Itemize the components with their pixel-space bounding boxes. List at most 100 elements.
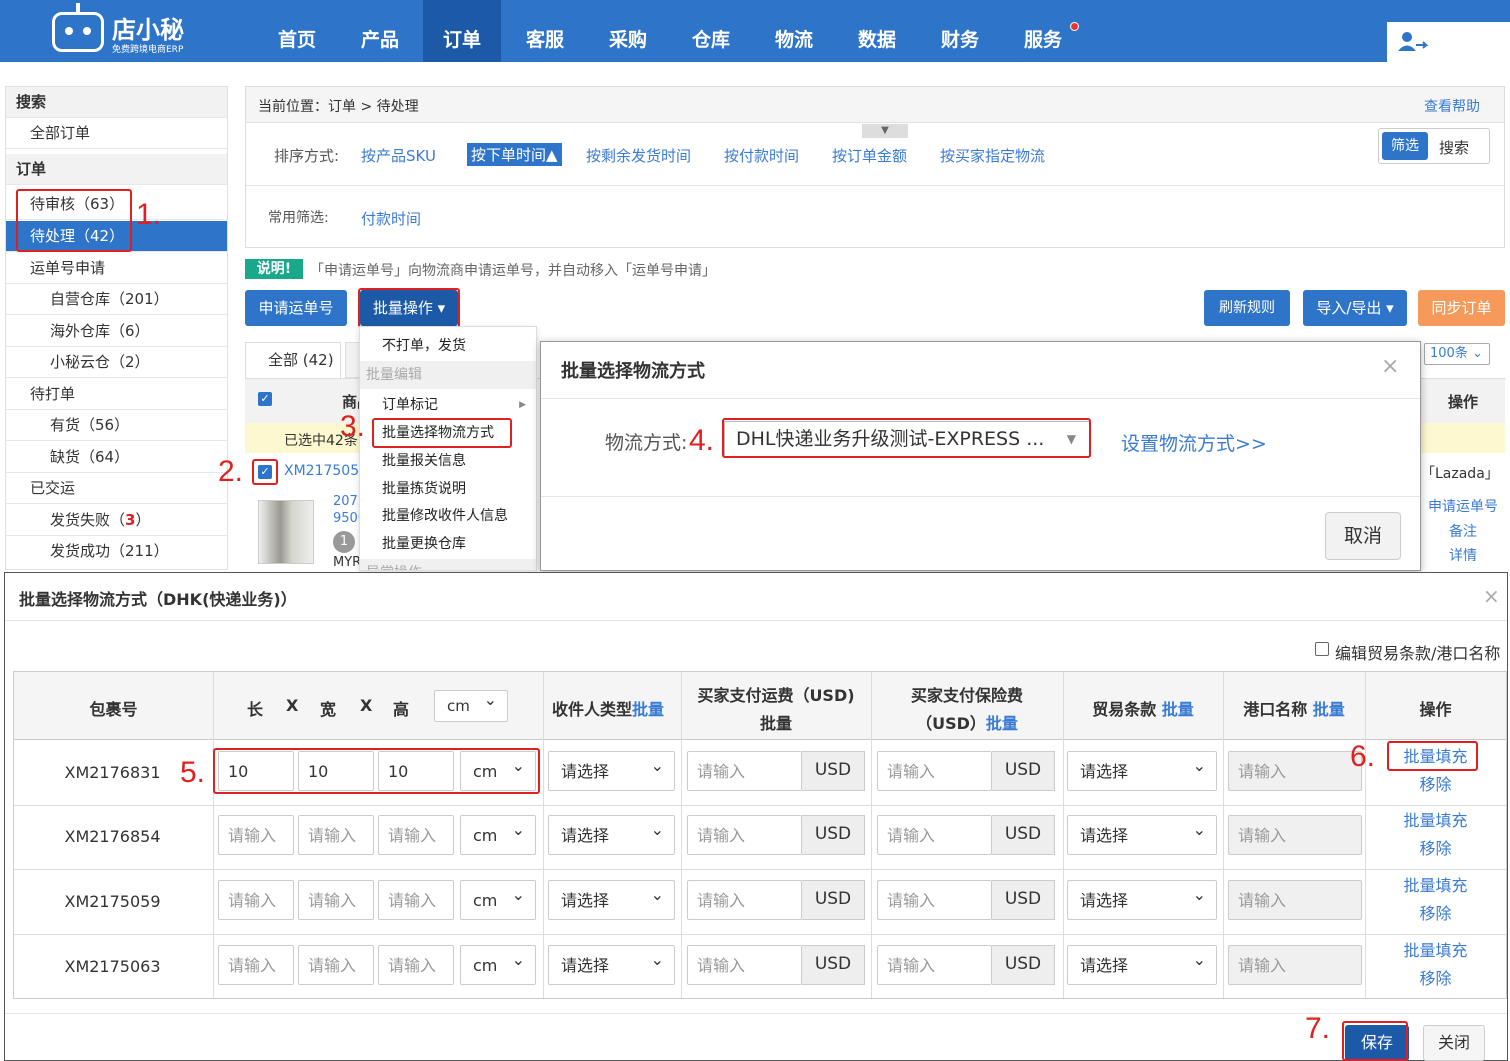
dimension-input-w[interactable]: 请输入 — [298, 815, 374, 855]
sort-by-pay-time[interactable]: 按付款时间 — [724, 145, 799, 166]
dialog-close-icon[interactable]: × — [1381, 354, 1399, 379]
nav-item-warehouse[interactable]: 仓库 — [676, 0, 746, 62]
sidebar-item-shipped[interactable]: 已交运 — [6, 473, 227, 504]
import-export-button[interactable]: 导入/导出 ▾ — [1303, 290, 1407, 326]
insurance-input[interactable]: 请输入 — [877, 751, 992, 791]
sort-by-remaining-time[interactable]: 按剩余发货时间 — [586, 145, 691, 166]
sidebar-item-waybill-apply[interactable]: 运单号申请 — [6, 253, 227, 284]
nav-item-customer-service[interactable]: 客服 — [510, 0, 580, 62]
menu-item-batch-customs[interactable]: 批量报关信息 — [360, 447, 536, 475]
op-apply-waybill[interactable]: 申请运单号 — [1428, 496, 1498, 516]
recipient-type-select[interactable]: 请选择 — [548, 940, 675, 985]
port-name-input[interactable]: 请输入 — [1228, 880, 1362, 920]
filter-button[interactable]: 筛选 — [1382, 132, 1428, 160]
remove-link[interactable]: 移除 — [1365, 900, 1506, 924]
batch-link-trade[interactable]: 批量 — [1162, 700, 1194, 719]
remove-link[interactable]: 移除 — [1365, 835, 1506, 859]
batch-link-recipient[interactable]: 批量 — [632, 700, 664, 719]
batch-link-insurance[interactable]: 批量 — [986, 714, 1018, 733]
unit-select[interactable]: cm — [460, 875, 536, 920]
menu-item-ship-no-print[interactable]: 不打单，发货 — [360, 332, 536, 360]
port-name-input[interactable]: 请输入 — [1228, 815, 1362, 855]
insurance-input[interactable]: 请输入 — [877, 815, 992, 855]
dimension-input-l[interactable]: 请输入 — [218, 945, 294, 985]
nav-item-products[interactable]: 产品 — [345, 0, 415, 62]
sidebar-item-ship-failed[interactable]: 发货失败（3） — [6, 505, 227, 536]
dimension-input-h[interactable]: 请输入 — [378, 945, 454, 985]
trade-terms-select[interactable]: 请选择 — [1067, 940, 1217, 985]
menu-item-batch-picking[interactable]: 批量拣货说明 — [360, 475, 536, 503]
header-unit-select[interactable]: cm — [434, 685, 508, 722]
trade-terms-select[interactable]: 请选择 — [1067, 875, 1217, 920]
nav-item-home[interactable]: 首页 — [262, 0, 332, 62]
op-note[interactable]: 备注 — [1449, 521, 1477, 541]
recipient-type-select[interactable]: 请选择 — [548, 810, 675, 855]
dimension-input-h[interactable]: 请输入 — [378, 815, 454, 855]
app-logo[interactable]: 店小秘 免费跨境电商ERP — [52, 3, 202, 56]
sidebar-item-in-stock[interactable]: 有货（56） — [6, 410, 227, 441]
search-button[interactable]: 搜索 — [1439, 137, 1469, 158]
recipient-type-select[interactable]: 请选择 — [548, 746, 675, 791]
nav-item-data[interactable]: 数据 — [842, 0, 912, 62]
nav-item-orders[interactable]: 订单 — [423, 0, 501, 62]
port-name-input[interactable]: 请输入 — [1228, 945, 1362, 985]
apply-waybill-button[interactable]: 申请运单号 — [245, 290, 347, 326]
sort-by-amount[interactable]: 按订单金额 — [832, 145, 907, 166]
trade-terms-select[interactable]: 请选择 — [1067, 746, 1217, 791]
sidebar-item-self-warehouse[interactable]: 自营仓库（201） — [6, 284, 227, 315]
nav-item-services[interactable]: 服务 — [1008, 0, 1078, 62]
common-filter-pay-time[interactable]: 付款时间 — [361, 208, 421, 229]
sort-by-order-time[interactable]: 按下单时间▲ — [467, 143, 562, 166]
recipient-type-select[interactable]: 请选择 — [548, 875, 675, 920]
unit-select[interactable]: cm — [460, 940, 536, 985]
dimension-input-l[interactable]: 请输入 — [218, 880, 294, 920]
nav-item-finance[interactable]: 财务 — [925, 0, 995, 62]
batch-fill-link[interactable]: 批量填充 — [1365, 872, 1506, 896]
batch-fill-link[interactable]: 批量填充 — [1365, 807, 1506, 831]
nav-item-logistics[interactable]: 物流 — [759, 0, 829, 62]
insurance-input[interactable]: 请输入 — [877, 880, 992, 920]
cancel-button[interactable]: 取消 — [1325, 512, 1401, 560]
op-detail[interactable]: 详情 — [1449, 545, 1477, 565]
edit-trade-checkbox[interactable] — [1315, 642, 1329, 656]
freight-input[interactable]: 请输入 — [687, 751, 802, 791]
collapse-toggle[interactable]: ▼ — [862, 124, 908, 138]
sidebar-item-all-orders[interactable]: 全部订单 — [6, 118, 227, 149]
unit-select[interactable]: cm — [460, 810, 536, 855]
user-menu[interactable] — [1387, 22, 1510, 62]
sidebar-item-to-print[interactable]: 待打单 — [6, 379, 227, 410]
close-button[interactable]: 关闭 — [1423, 1025, 1485, 1061]
batch-link-freight[interactable]: 批量 — [681, 710, 871, 734]
sidebar-item-ship-success[interactable]: 发货成功（211） — [6, 536, 227, 567]
refresh-rules-button[interactable]: 刷新规则 — [1204, 290, 1290, 326]
set-logistics-link[interactable]: 设置物流方式>> — [1121, 429, 1267, 456]
select-all-checkbox[interactable]: ✓ — [258, 392, 272, 406]
menu-item-order-mark[interactable]: 订单标记 ▶ — [360, 391, 536, 419]
sort-by-sku[interactable]: 按产品SKU — [361, 145, 436, 166]
dimension-input-l[interactable]: 请输入 — [218, 815, 294, 855]
remove-link[interactable]: 移除 — [1365, 965, 1506, 989]
freight-input[interactable]: 请输入 — [687, 880, 802, 920]
dimension-input-w[interactable]: 请输入 — [298, 880, 374, 920]
menu-item-batch-warehouse[interactable]: 批量更换仓库 — [360, 530, 536, 558]
menu-item-batch-recipient[interactable]: 批量修改收件人信息 — [360, 502, 536, 530]
batch-link-port[interactable]: 批量 — [1313, 700, 1345, 719]
sync-orders-button[interactable]: 同步订单 — [1418, 290, 1505, 326]
sidebar-item-cloud-warehouse[interactable]: 小秘云仓（2） — [6, 347, 227, 378]
sidebar-item-overseas-warehouse[interactable]: 海外仓库（6） — [6, 316, 227, 347]
insurance-input[interactable]: 请输入 — [877, 945, 992, 985]
order-id-link[interactable]: XM2175059 — [284, 463, 368, 479]
help-link[interactable]: 查看帮助 — [1424, 96, 1480, 116]
dialog-close-icon[interactable]: × — [1483, 584, 1500, 608]
tab-all[interactable]: 全部 (42) — [245, 342, 341, 378]
freight-input[interactable]: 请输入 — [687, 945, 802, 985]
nav-item-purchase[interactable]: 采购 — [593, 0, 663, 62]
sort-by-buyer-logistics[interactable]: 按买家指定物流 — [940, 145, 1045, 166]
remove-link[interactable]: 移除 — [1365, 771, 1506, 795]
page-size-select[interactable]: 100条 ⌄ — [1424, 343, 1490, 365]
freight-input[interactable]: 请输入 — [687, 815, 802, 855]
trade-terms-select[interactable]: 请选择 — [1067, 810, 1217, 855]
dimension-input-w[interactable]: 请输入 — [298, 945, 374, 985]
batch-fill-link[interactable]: 批量填充 — [1365, 937, 1506, 961]
port-name-input[interactable]: 请输入 — [1228, 751, 1362, 791]
